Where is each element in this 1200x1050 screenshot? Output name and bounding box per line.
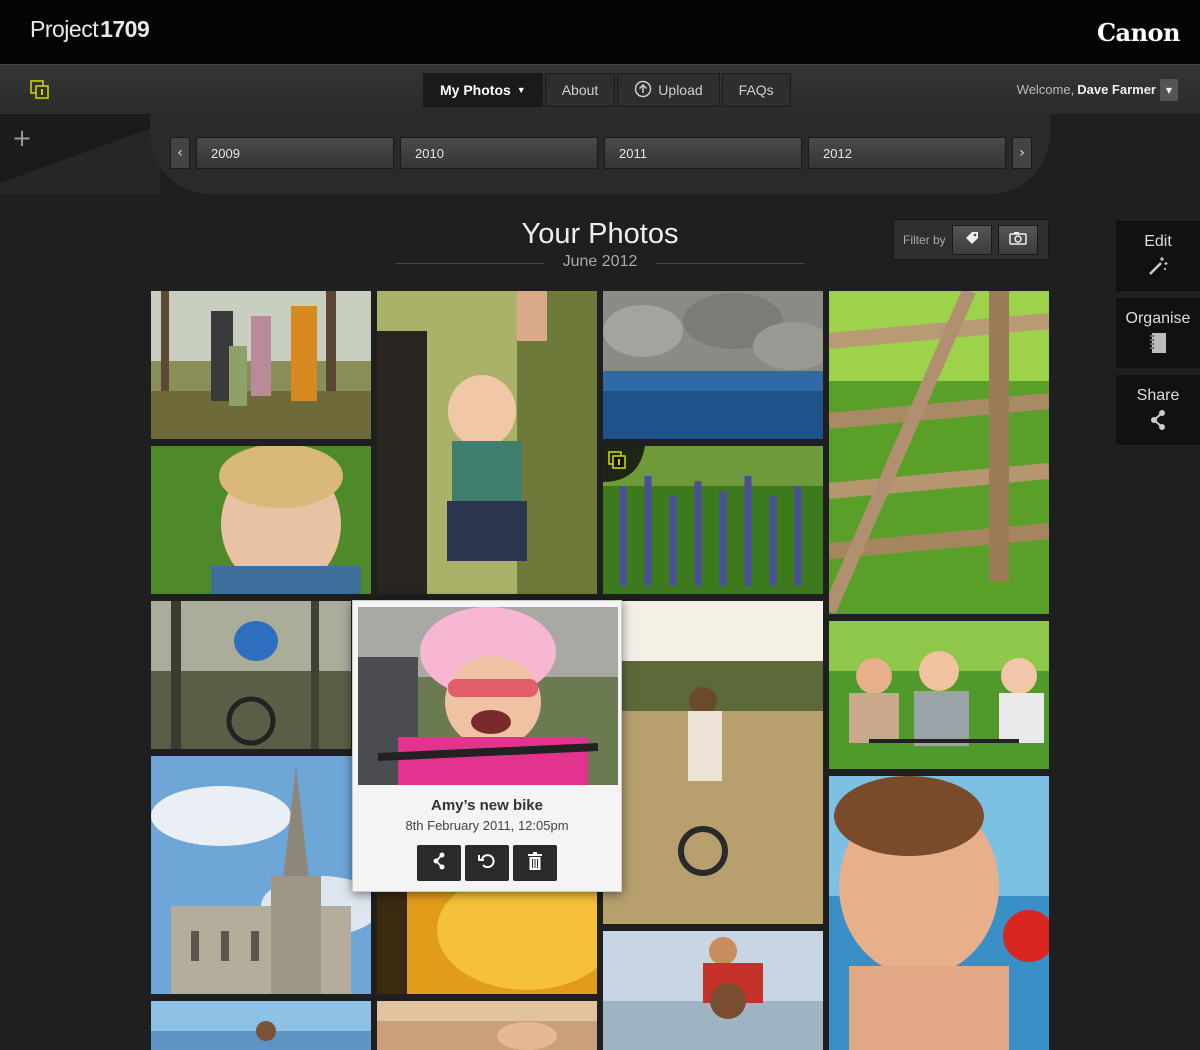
photo-boy-bike-field[interactable] [603, 601, 823, 924]
tool-share-button[interactable]: Share [1116, 375, 1200, 445]
welcome-text: Welcome, Dave Farmer [1017, 82, 1156, 97]
photo-family-walk[interactable] [151, 291, 371, 439]
rotate-icon [478, 852, 496, 874]
photo-mountain-bike[interactable] [151, 601, 351, 749]
chevron-right-icon: › [1019, 145, 1025, 161]
filter-bar: Filter by [893, 219, 1049, 260]
nav-bar: My Photos ▼ About Upload FAQs Welcome, Da… [0, 64, 1200, 114]
menu-upload[interactable]: Upload [617, 73, 720, 107]
tool-label: Organise [1125, 310, 1191, 327]
user-name[interactable]: Dave Farmer [1077, 82, 1156, 97]
photo-cathedral[interactable] [151, 756, 371, 994]
popover-photo[interactable] [358, 607, 618, 785]
tool-edit-button[interactable]: Edit [1116, 221, 1200, 291]
tag-icon [964, 231, 980, 248]
popover-share-button[interactable] [417, 845, 461, 881]
photo-popover: Amy’s new bike 8th February 2011, 12:05p… [352, 600, 622, 892]
share-icon [432, 852, 446, 874]
tool-organise-button[interactable]: Organise [1116, 298, 1200, 368]
popover-rotate-button[interactable] [465, 845, 509, 881]
popover-actions [417, 845, 557, 881]
year-prev-button[interactable]: ‹ [170, 137, 190, 169]
page-subtitle: June 2012 [562, 253, 638, 270]
notebook-icon [1116, 332, 1200, 359]
photo-sea-rocks[interactable] [603, 291, 823, 439]
upload-icon [634, 80, 652, 101]
tool-label: Share [1136, 387, 1180, 404]
user-menu-button[interactable]: ▼ [1160, 79, 1178, 101]
menu-my-photos[interactable]: My Photos ▼ [423, 73, 543, 107]
chevron-left-icon: ‹ [177, 145, 183, 161]
popover-date: 8th February 2011, 12:05pm [405, 818, 569, 833]
photo-family-cycling[interactable] [829, 621, 1049, 769]
brand-number: 1709 [100, 16, 150, 42]
year-tab-2012[interactable]: 2012 [808, 137, 1006, 169]
plus-icon[interactable]: + [12, 124, 32, 152]
photo-beach-girl[interactable] [151, 1001, 371, 1050]
photo-sand-feet[interactable] [377, 1001, 597, 1050]
photo-wooden-fence[interactable] [829, 291, 1049, 614]
photo-water-splash[interactable] [377, 890, 597, 994]
photo-boy-water-toy[interactable] [829, 776, 1049, 1050]
filter-camera-button[interactable] [997, 224, 1038, 255]
year-tab-2010[interactable]: 2010 [400, 137, 598, 169]
top-bar: Project1709 Canon [0, 0, 1200, 64]
page-title: Your Photos [521, 218, 679, 250]
popover-title: Amy’s new bike [431, 797, 543, 814]
menu-label: About [561, 82, 599, 98]
menu-label: FAQs [738, 82, 774, 98]
photo-boy-swing[interactable] [377, 291, 597, 594]
year-next-button[interactable]: › [1012, 137, 1032, 169]
tool-label: Edit [1144, 233, 1172, 250]
filter-tag-button[interactable] [951, 224, 992, 255]
menu-about[interactable]: About [544, 73, 616, 107]
photo-boy-portrait[interactable] [151, 446, 371, 594]
chevron-down-icon: ▼ [1165, 85, 1173, 95]
trash-icon [528, 852, 542, 874]
chevron-down-icon: ▼ [516, 85, 526, 95]
menu-faqs[interactable]: FAQs [721, 73, 791, 107]
filter-label: Filter by [903, 232, 946, 247]
stack-icon[interactable] [30, 80, 50, 100]
year-tab-2011[interactable]: 2011 [604, 137, 802, 169]
camera-icon [1008, 231, 1027, 248]
menu-label: Upload [658, 82, 703, 98]
brand-text: Project [30, 16, 99, 42]
photo-beach-shoulders[interactable] [603, 931, 823, 1050]
magic-wand-icon [1116, 255, 1200, 282]
year-tab-2009[interactable]: 2009 [196, 137, 394, 169]
canon-logo[interactable]: Canon [1097, 18, 1181, 47]
brand-logo[interactable]: Project1709 [30, 16, 150, 43]
gallery-heading: Your Photos June 2012 [450, 218, 750, 271]
stack-badge[interactable] [603, 446, 645, 482]
year-strip: ‹ 2009 2010 2011 2012 › [170, 137, 1032, 169]
welcome-label: Welcome, [1016, 82, 1075, 97]
menu-label: My Photos [440, 82, 511, 98]
share-icon [1116, 409, 1200, 436]
popover-delete-button[interactable] [513, 845, 557, 881]
main-menu: My Photos ▼ About Upload FAQs [423, 73, 791, 107]
